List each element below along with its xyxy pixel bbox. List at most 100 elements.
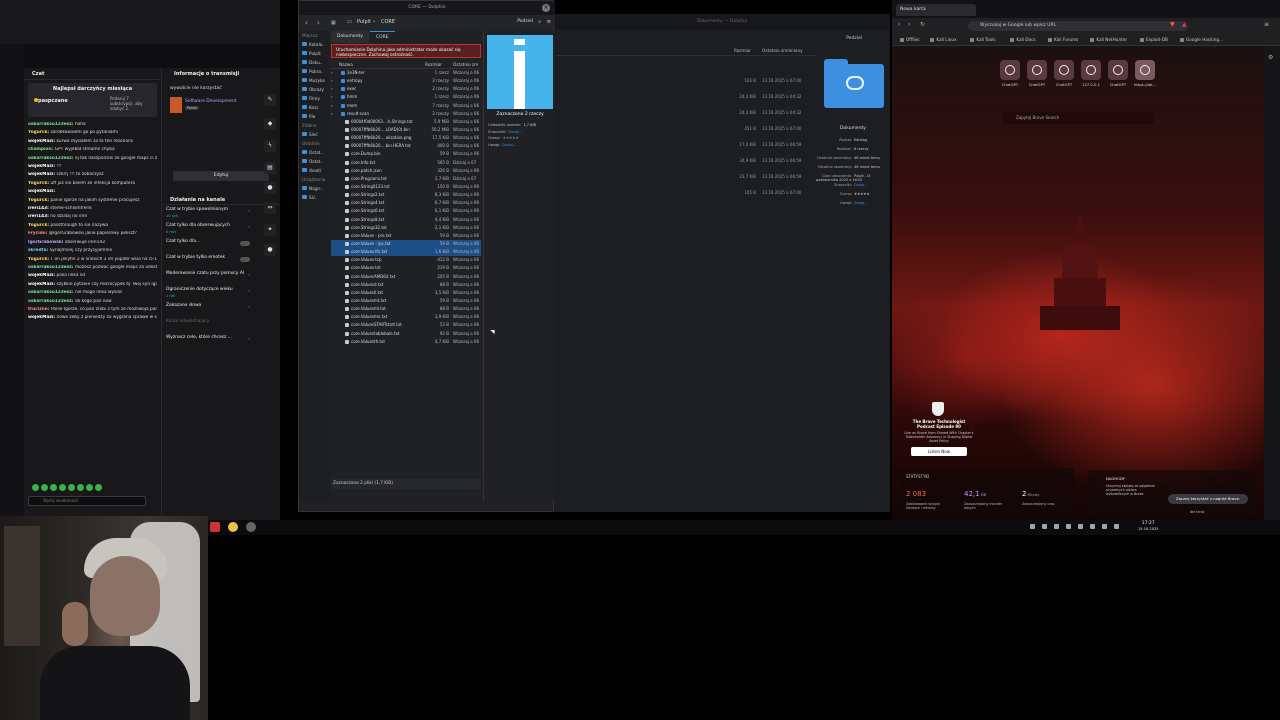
chat-username[interactable]: Frycido: xyxy=(28,231,49,236)
not-now-link[interactable]: Nie teraz xyxy=(1190,510,1204,514)
menu-icon[interactable]: ≡ xyxy=(547,19,551,25)
file-row[interactable]: core.Valuesml.txt 88 B Wczoraj o 06 xyxy=(331,305,481,313)
expand-arrow-icon[interactable]: › xyxy=(331,111,333,116)
emote-icon[interactable] xyxy=(86,484,93,491)
file-row[interactable]: core.Valuesmn.txt 3,9 KiB Wczoraj o 06 xyxy=(331,313,481,321)
chat-username[interactable]: wojekMazi: xyxy=(28,139,57,144)
file-row[interactable]: core.Values - pre.txt 59 B Wczoraj o 06 xyxy=(331,232,481,240)
top-site-tile[interactable] xyxy=(1108,60,1128,80)
toggle-switch[interactable] xyxy=(240,257,250,262)
chat-username[interactable]: truciżne: xyxy=(28,307,51,312)
emote-bar[interactable] xyxy=(32,484,102,492)
places-item[interactable]: Filmy xyxy=(299,94,329,103)
file-row[interactable]: core.Programs.txt 2,7 KiB Dzisiaj o 07 xyxy=(331,175,481,183)
tray-icon[interactable] xyxy=(1030,524,1035,529)
rewards-icon[interactable]: ▲ xyxy=(1182,21,1187,28)
chat-username[interactable]: Yogurck: xyxy=(28,223,51,228)
chat-username[interactable]: skredta: xyxy=(28,248,50,253)
tray-icon[interactable] xyxy=(1042,524,1047,529)
documents-row[interactable]: 103 B 13.10.2025 o 07:00 xyxy=(554,78,816,86)
back-icon[interactable]: ‹ xyxy=(305,19,308,27)
file-row[interactable]: core.Values.txt 219 B Wczoraj o 06 xyxy=(331,264,481,272)
bookmark-item[interactable]: Kali Docs xyxy=(1010,37,1035,42)
places-item[interactable]: Najpr.. xyxy=(299,184,329,193)
bookmark-item[interactable]: Google Hacking... xyxy=(1180,37,1223,42)
view-icon[interactable]: ▦ xyxy=(331,20,336,26)
file-row[interactable]: › exec 2 rzeczy Wczoraj o 06 xyxy=(331,85,481,93)
battery-icon[interactable] xyxy=(1114,524,1119,529)
file-row[interactable]: 00007fffb6b20....bin.HERA.txt 400 B Wczora… xyxy=(331,142,481,150)
shield-icon[interactable]: ◆ xyxy=(264,118,276,130)
file-row[interactable]: core.ValuesSTARTstart.txt 53 B Wczoraj o 0… xyxy=(331,321,481,329)
brave-search-input[interactable]: Zapytaj Brave Search xyxy=(1002,112,1154,124)
bookmark-item[interactable]: Kali Forums xyxy=(1048,37,1078,42)
pinned-leaderboard[interactable]: Najlepsi darczyńcy miesiąca paspczane Po… xyxy=(28,83,157,117)
places-item[interactable]: Obrazy xyxy=(299,85,329,94)
tray-icon[interactable] xyxy=(1054,524,1059,529)
detail-link[interactable]: Dodaj... xyxy=(854,183,868,187)
file-row[interactable]: core.Valuestablebale.txt 92 B Wczoraj o 06 xyxy=(331,330,481,338)
file-row[interactable]: core.Valuesd.txt 88 B Wczoraj o 06 xyxy=(331,281,481,289)
app-icon[interactable] xyxy=(210,522,220,532)
top-site-tile[interactable] xyxy=(1000,60,1020,80)
chat-username[interactable]: oskarrakso123esz: xyxy=(28,290,75,295)
detail-link[interactable]: Dodaj... xyxy=(854,201,868,205)
file-row[interactable]: 00007fffb6b20....alization.png 17,5 KiB Wc… xyxy=(331,134,481,142)
tray-icon[interactable] xyxy=(1066,524,1071,529)
places-item[interactable]: Pulpit xyxy=(299,49,329,58)
clock[interactable]: 17:27 15.10.2025 xyxy=(1138,521,1159,532)
split-button[interactable]: Podziel xyxy=(517,19,533,24)
places-item[interactable]: Muzyka xyxy=(299,76,329,85)
top-site-tile[interactable] xyxy=(1081,60,1101,80)
column-size[interactable]: Rozmiar xyxy=(425,62,442,67)
documents-row[interactable]: 17,0 KiB 13.10.2025 o 06:59 xyxy=(554,142,816,150)
listen-now-button[interactable]: Listen Now xyxy=(911,447,967,456)
chat-username[interactable]: wojekMazi: xyxy=(28,164,57,169)
documents-row[interactable]: 105 B 13.10.2025 o 07:00 xyxy=(554,190,816,198)
top-site-tile[interactable] xyxy=(1054,60,1074,80)
chat-username[interactable]: Yogurck: xyxy=(28,130,51,135)
breadcrumb-core[interactable]: CORE xyxy=(381,19,395,25)
file-row[interactable]: core.patch.json 326 B Wczoraj o 06 xyxy=(331,167,481,175)
split-view-button[interactable]: Podziel xyxy=(846,36,862,41)
chat-bubble-icon[interactable]: ● xyxy=(264,182,276,194)
file-row[interactable]: core.Strings8.txt 4,4 KiB Wczoraj o 06 xyxy=(331,216,481,224)
file-row[interactable]: core.Strings2.txt 8,3 KiB Wczoraj o 06 xyxy=(331,191,481,199)
file-row[interactable]: core.String0123.txt 150 B Wczoraj o 06 xyxy=(331,183,481,191)
channel-action[interactable]: Wyznacz cele, które chcesz ... › xyxy=(162,333,280,349)
chat-username[interactable]: oskarrakso123esz: xyxy=(28,299,75,304)
bookmark-item[interactable]: Kali Linux xyxy=(930,37,956,42)
chat-username[interactable]: Yogurck: xyxy=(28,198,51,203)
bolt-icon[interactable]: ϟ xyxy=(264,140,276,152)
file-row[interactable]: core.Valuesth.txt 4,7 KiB Wczoraj o 06 xyxy=(331,338,481,346)
chat-username[interactable]: wojekMazi: xyxy=(28,172,57,177)
expand-arrow-icon[interactable]: › xyxy=(331,86,333,91)
file-row[interactable]: core.Dump.bin 59 B Wczoraj o 06 xyxy=(331,150,481,158)
places-item[interactable]: SU.. xyxy=(299,193,329,202)
back-icon[interactable]: ‹ xyxy=(898,21,900,28)
file-row[interactable]: 00007fffb6b20....LOAD(0).bin 50,2 MiB Wczo… xyxy=(331,126,481,134)
network-icon[interactable] xyxy=(1102,524,1107,529)
file-row[interactable]: core.Values.lfn.txt 1,6 KiB Wczoraj o 06 xyxy=(331,248,481,257)
file-row[interactable]: › mem 7 rzeczy Wczoraj o 06 xyxy=(331,102,481,110)
expand-arrow-icon[interactable]: › xyxy=(331,103,333,108)
volume-icon[interactable] xyxy=(1090,524,1095,529)
column-modified[interactable]: Ostatnio zm xyxy=(453,62,478,67)
chat-username[interactable]: Yogurck: xyxy=(28,181,51,186)
column-modified[interactable]: Ostatnio zmieniany xyxy=(762,48,803,53)
menu-icon[interactable]: ≡ xyxy=(1264,21,1269,28)
places-item[interactable]: file xyxy=(299,112,329,121)
forward-icon[interactable]: › xyxy=(908,21,910,28)
column-size[interactable]: Rozmiar xyxy=(734,48,751,53)
chat-username[interactable]: wojekMazi: xyxy=(28,189,55,194)
chat-username[interactable]: IgorGrabowski xyxy=(28,240,65,245)
chat-username[interactable]: oskarrakso123esz: xyxy=(28,265,75,270)
places-item[interactable]: Ostat.. xyxy=(299,148,329,157)
file-row[interactable]: core.Strings4.txt 6,7 KiB Wczoraj o 06 xyxy=(331,199,481,207)
file-row[interactable]: core.Strings32.txt 2,1 KiB Wczoraj o 06 xyxy=(331,224,481,232)
bookmark-item[interactable]: Kali NetHunter xyxy=(1090,37,1127,42)
documents-row[interactable]: 34,9 KiB 13.10.2025 o 06:59 xyxy=(554,158,816,166)
expand-icon[interactable]: ⇔ xyxy=(264,202,276,214)
chat-username[interactable]: ireri143: xyxy=(28,206,50,211)
expand-arrow-icon[interactable]: › xyxy=(331,78,333,83)
